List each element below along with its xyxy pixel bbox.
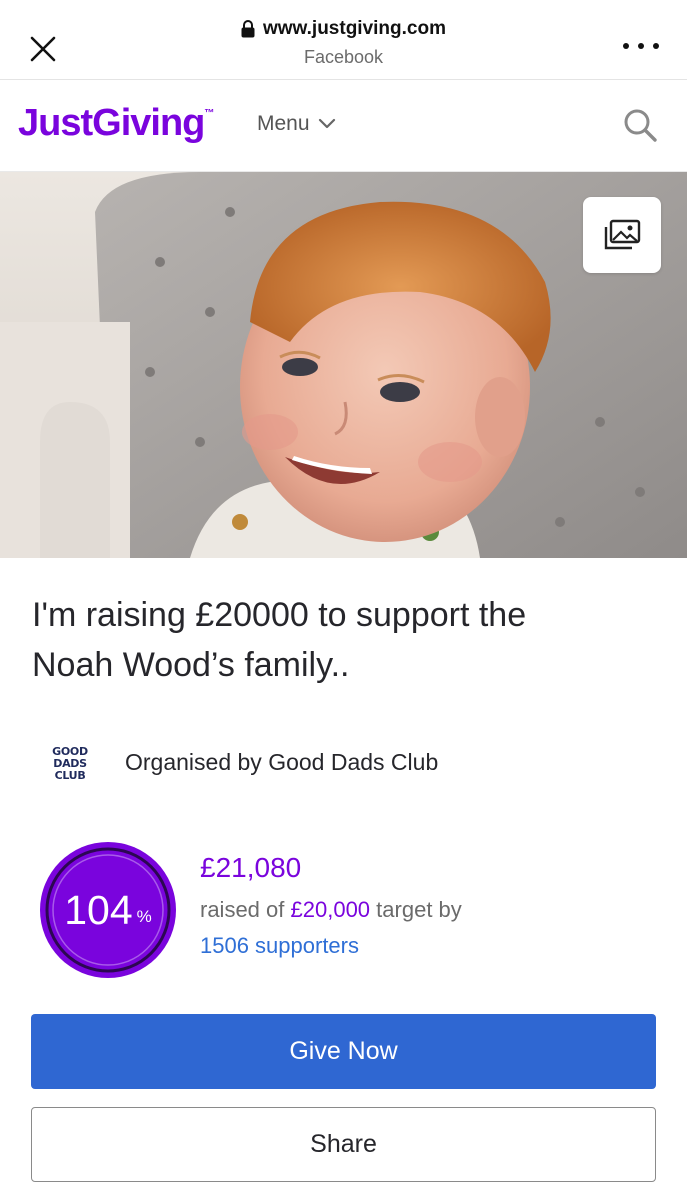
raised-suffix: target by (376, 897, 462, 922)
logo-text: JustGiving (18, 102, 205, 144)
page-title: I'm raising £20000 to support the Noah W… (32, 590, 652, 690)
url-text: www.justgiving.com (263, 18, 446, 39)
browser-bar: www.justgiving.com Facebook (0, 0, 687, 80)
more-options-button[interactable] (623, 36, 659, 56)
title-line-2: Noah Wood’s family.. (32, 646, 350, 684)
give-now-button[interactable]: Give Now (31, 1014, 656, 1089)
raised-amount: £21,080 (200, 852, 302, 883)
gallery-button[interactable] (583, 197, 661, 273)
percent-label: 104 % (38, 840, 178, 980)
source-label: Facebook (303, 47, 384, 67)
organiser-logo-line: CLUB (54, 769, 86, 782)
title-line-1: I'm raising £20000 to support the (32, 596, 527, 634)
raised-summary: raised of £20,000 target by (200, 897, 462, 923)
search-button[interactable] (621, 106, 661, 146)
share-button[interactable]: Share (31, 1107, 656, 1182)
lock-icon (241, 20, 255, 38)
organiser-logo[interactable]: GOOD DADS CLUB (44, 740, 96, 788)
raised-prefix: raised of (200, 897, 285, 922)
supporters-link[interactable]: 1506 supporters (200, 933, 359, 959)
organiser-text[interactable]: Organised by Good Dads Club (125, 749, 438, 776)
target-amount: £20,000 (290, 897, 371, 922)
more-dot (623, 43, 629, 49)
justgiving-logo[interactable]: JustGiving™ (18, 102, 214, 145)
percent-sign: % (136, 907, 152, 926)
url-block[interactable]: www.justgiving.com Facebook (0, 18, 687, 68)
site-header: JustGiving™ Menu (0, 80, 687, 172)
search-icon (624, 109, 657, 142)
logo-tm: ™ (204, 108, 215, 119)
menu-label: Menu (257, 112, 310, 135)
menu-button[interactable]: Menu (257, 112, 336, 136)
more-dot (653, 43, 659, 49)
percent-number: 104 (64, 886, 133, 933)
gallery-icon (604, 219, 641, 250)
hero-photo (0, 172, 687, 558)
more-dot (638, 43, 644, 49)
chevron-down-icon (318, 118, 335, 129)
